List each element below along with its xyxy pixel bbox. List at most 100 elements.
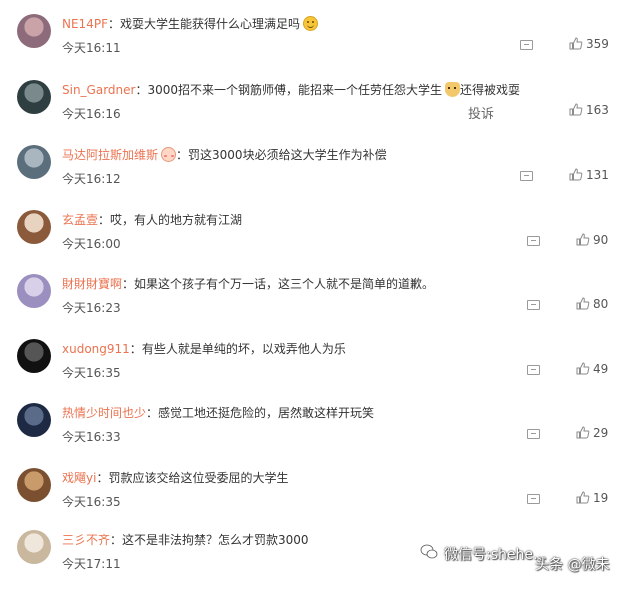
separator: ： (110, 533, 123, 547)
like-count: 163 (586, 103, 609, 117)
like-count: 19 (593, 491, 609, 505)
like-count: 80 (593, 297, 609, 311)
separator: ： (135, 83, 148, 97)
like-count: 359 (586, 37, 609, 51)
thumbs-up-icon (576, 426, 590, 439)
comment-text: 哎，有人的地方就有江湖 (110, 213, 243, 227)
comment-content: 財財財寶啊：如果这个孩子有个万一话，这三个人就不是简单的道歉。 (62, 276, 434, 292)
avatar[interactable] (17, 403, 51, 437)
separator: ： (122, 277, 135, 291)
reply-icon[interactable] (520, 40, 533, 50)
username-link[interactable]: Sin_Gardner (62, 83, 135, 97)
thumbs-up-icon (569, 103, 583, 116)
thumbs-up-icon (569, 168, 583, 181)
comment-content: 戏飗yi：罚款应该交给这位受委屈的大学生 (62, 470, 288, 486)
watermark: 微信号:shehe… 头条 @微未 (420, 540, 630, 574)
comment-text: 罚款应该交给这位受委屈的大学生 (108, 471, 289, 485)
like-button[interactable]: 359 (569, 37, 609, 51)
reply-icon[interactable] (527, 236, 540, 246)
comment-row: 玄孟壹：哎，有人的地方就有江湖 今天16:00 90 (0, 208, 633, 272)
like-button[interactable]: 163 (569, 103, 609, 117)
reply-icon[interactable] (527, 429, 540, 439)
username-link[interactable]: 玄孟壹 (62, 213, 98, 227)
like-button[interactable]: 131 (569, 168, 609, 182)
comment-timestamp: 今天16:11 (62, 41, 121, 55)
separator: ： (96, 471, 109, 485)
username-link[interactable]: xudong911 (62, 342, 130, 356)
comment-text: 有些人就是单纯的坏，以戏弄他人为乐 (141, 342, 346, 356)
comment-row: xudong911：有些人就是单纯的坏，以戏弄他人为乐 今天16:35 49 (0, 337, 633, 401)
avatar[interactable] (17, 145, 51, 179)
avatar[interactable] (17, 339, 51, 373)
avatar[interactable] (17, 80, 51, 114)
watermark-text: 微信号:shehe… (444, 547, 547, 563)
username-link[interactable]: 马达阿拉斯加维斯 (62, 148, 158, 162)
username-link[interactable]: NE14PF (62, 17, 108, 31)
avatar[interactable] (17, 274, 51, 308)
avatar[interactable] (17, 468, 51, 502)
like-count: 29 (593, 426, 609, 440)
avatar[interactable] (17, 14, 51, 48)
like-button[interactable]: 19 (576, 491, 608, 505)
separator: ： (98, 213, 111, 227)
comment-text: 3000招不来一个钢筋师傅，能招来一个任劳任怨大学生 (147, 83, 443, 97)
avatar[interactable] (17, 530, 51, 564)
comment-row: 戏飗yi：罚款应该交给这位受委屈的大学生 今天16:35 19 (0, 466, 633, 530)
separator: ： (129, 342, 142, 356)
like-count: 90 (593, 233, 609, 247)
like-button[interactable]: 80 (576, 297, 608, 311)
blush-emoji-icon (161, 147, 177, 162)
username-link[interactable]: 三彡不齐 (62, 533, 110, 547)
avatar[interactable] (17, 210, 51, 244)
comment-content: 三彡不齐：这不是非法拘禁？怎么才罚款3000 (62, 532, 309, 548)
username-link[interactable]: 財財財寶啊 (62, 277, 122, 291)
comment-timestamp: 今天17:11 (62, 557, 121, 571)
reply-icon[interactable] (527, 300, 540, 310)
comment-timestamp: 今天16:23 (62, 301, 121, 315)
comment-content: 热情少时间也少：感觉工地还挺危险的，居然敢这样开玩笑 (62, 405, 374, 421)
comment-timestamp: 今天16:33 (62, 430, 121, 444)
comment-content: 马达阿拉斯加维斯 ：罚这3000块必须给这大学生作为补偿 (62, 147, 387, 163)
like-count: 131 (586, 168, 609, 182)
thumbs-up-icon (576, 362, 590, 375)
comment-text: 如果这个孩子有个万一话，这三个人就不是简单的道歉。 (134, 277, 435, 291)
comment-timestamp: 今天16:16 (62, 107, 121, 121)
comment-row: NE14PF：戏耍大学生能获得什么心理满足吗 今天16:11 359 (0, 12, 633, 76)
report-button[interactable]: 投诉 (468, 103, 494, 122)
comment-row: 热情少时间也少：感觉工地还挺危险的，居然敢这样开玩笑 今天16:33 29 (0, 401, 633, 465)
comment-text: 罚这3000块必须给这大学生作为补偿 (188, 148, 387, 162)
comment-timestamp: 今天16:35 (62, 495, 121, 509)
like-button[interactable]: 29 (576, 426, 608, 440)
separator: ： (107, 17, 120, 31)
comment-timestamp: 今天16:35 (62, 366, 121, 380)
comment-text: 戏耍大学生能获得什么心理满足吗 (119, 17, 300, 31)
reply-icon[interactable] (527, 494, 540, 504)
reply-icon[interactable] (527, 365, 540, 375)
reply-icon[interactable] (520, 171, 533, 181)
thumbs-up-icon (576, 297, 590, 310)
comment-content: 玄孟壹：哎，有人的地方就有江湖 (62, 212, 242, 228)
comment-content: Sin_Gardner：3000招不来一个钢筋师傅，能招来一个任劳任怨大学生 还得… (62, 82, 520, 98)
thumbs-up-icon (576, 233, 590, 246)
comment-row: 马达阿拉斯加维斯 ：罚这3000块必须给这大学生作为补偿今天16:12 131 (0, 143, 633, 207)
comment-content: NE14PF：戏耍大学生能获得什么心理满足吗 (62, 16, 318, 32)
comment-text: 这不是非法拘禁？怎么才罚款3000 (122, 533, 309, 547)
smile-emoji-icon (303, 16, 318, 31)
thumbs-up-icon (576, 491, 590, 504)
comment-text: 感觉工地还挺危险的，居然敢这样开玩笑 (158, 406, 375, 420)
separator: ： (176, 148, 189, 162)
like-button[interactable]: 49 (576, 362, 608, 376)
comment-text-continued: 还得被戏耍 (460, 83, 521, 97)
like-button[interactable]: 90 (576, 233, 608, 247)
comment-timestamp: 今天16:12 (62, 172, 121, 186)
comment-row: Sin_Gardner：3000招不来一个钢筋师傅，能招来一个任劳任怨大学生 还得… (0, 78, 633, 142)
thumbs-up-icon (569, 37, 583, 50)
dog-emoji-icon (445, 82, 461, 97)
like-count: 49 (593, 362, 609, 376)
username-link[interactable]: 热情少时间也少 (62, 406, 146, 420)
watermark-source: 头条 @微未 (535, 557, 610, 573)
username-link[interactable]: 戏飗yi (62, 471, 96, 485)
wechat-icon (420, 544, 438, 559)
comment-content: xudong911：有些人就是单纯的坏，以戏弄他人为乐 (62, 341, 346, 357)
comment-timestamp: 今天16:00 (62, 237, 121, 251)
